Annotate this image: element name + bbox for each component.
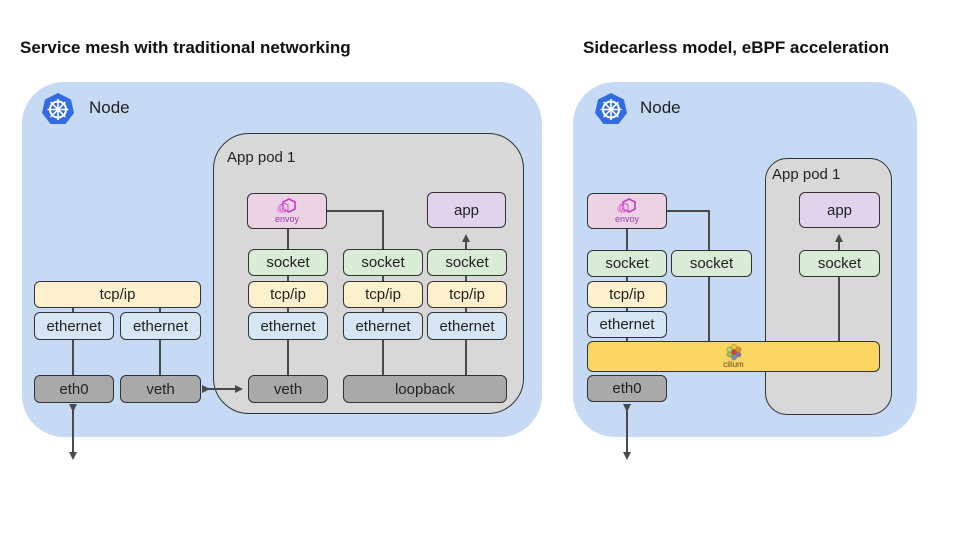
left-eth0-device: eth0 <box>34 375 114 403</box>
right-envoy-proxy: envoy <box>587 193 667 229</box>
left-host-ethernet-eth0: ethernet <box>34 312 114 340</box>
left-pod-socket-envoy-down: socket <box>248 249 328 276</box>
right-socket-envoy-up: socket <box>671 250 752 277</box>
kubernetes-helm-icon <box>42 93 74 124</box>
cilium-ebpf-layer: cilium <box>587 341 880 372</box>
right-pod-socket-app: socket <box>799 250 880 277</box>
left-pod-label: App pod 1 <box>227 149 296 166</box>
right-ethernet: ethernet <box>587 311 667 338</box>
right-socket-envoy-down: socket <box>587 250 667 277</box>
left-diagram-title: Service mesh with traditional networking <box>20 38 351 57</box>
left-pod-ethernet-2: ethernet <box>343 312 423 340</box>
cilium-logo-icon <box>726 344 741 361</box>
left-pod-tcpip-3: tcp/ip <box>427 281 507 308</box>
right-eth0-device: eth0 <box>587 375 667 402</box>
cilium-logo-text: cilium <box>723 360 744 369</box>
left-node-label: Node <box>89 98 130 117</box>
envoy-logo-text: envoy <box>614 214 640 224</box>
right-node-label: Node <box>640 98 681 117</box>
left-pod-tcpip-1: tcp/ip <box>248 281 328 308</box>
left-pod-socket-app: socket <box>427 249 507 276</box>
left-host-ethernet-veth: ethernet <box>120 312 201 340</box>
right-pod-label: App pod 1 <box>772 166 841 183</box>
left-pod-socket-envoy-up: socket <box>343 249 423 276</box>
envoy-logo-text: envoy <box>274 214 300 224</box>
right-diagram-title: Sidecarless model, eBPF acceleration <box>583 38 890 57</box>
left-host-veth-device: veth <box>120 375 201 403</box>
left-pod-ethernet-1: ethernet <box>248 312 328 340</box>
left-envoy-proxy: envoy <box>247 193 327 229</box>
right-app: app <box>799 192 880 228</box>
left-pod-tcpip-2: tcp/ip <box>343 281 423 308</box>
left-loopback-device: loopback <box>343 375 507 403</box>
left-pod-veth-device: veth <box>248 375 328 403</box>
right-tcpip: tcp/ip <box>587 281 667 308</box>
left-host-tcpip: tcp/ip <box>34 281 201 308</box>
left-pod-ethernet-3: ethernet <box>427 312 507 340</box>
kubernetes-helm-icon <box>595 93 627 124</box>
left-app: app <box>427 192 506 228</box>
